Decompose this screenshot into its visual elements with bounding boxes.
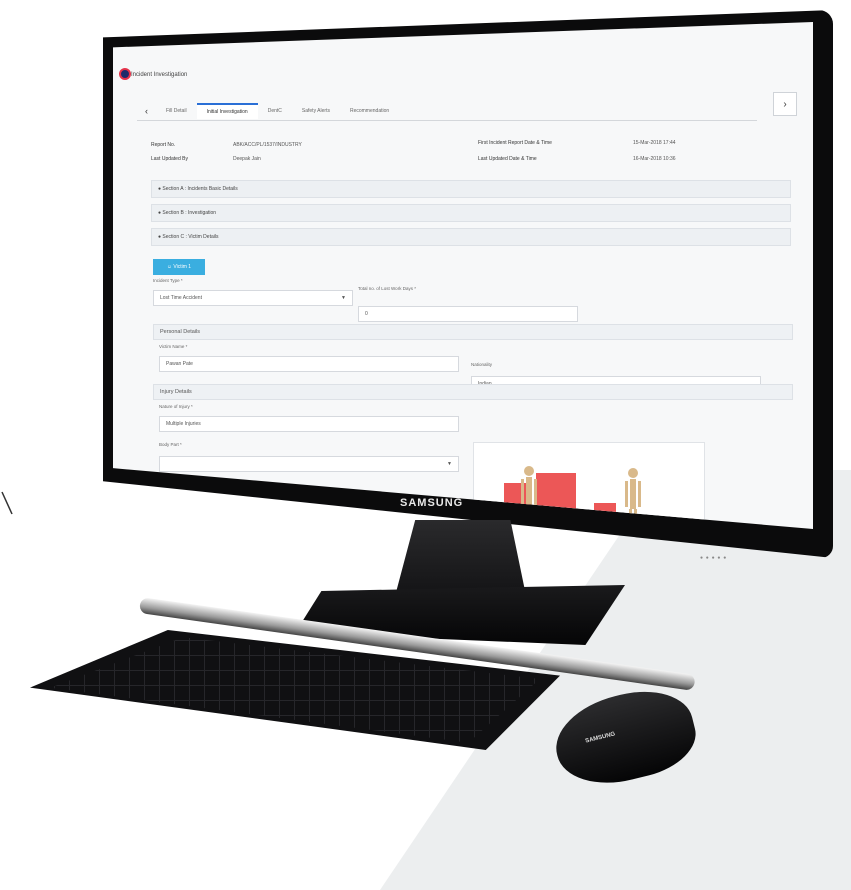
personal-details-header: Personal Details — [153, 324, 793, 340]
nature-of-injury-input[interactable]: Multiple Injuries — [159, 416, 459, 432]
chevron-left-icon[interactable]: ‹ — [137, 106, 156, 116]
nationality-label: Nationality — [471, 362, 493, 367]
tab-initial-investigation[interactable]: Initial Investigation — [196, 103, 258, 119]
last-updated-by-value: Deepak Jain — [233, 156, 261, 162]
incident-type-value: Lost Time Accident — [160, 295, 202, 301]
caret-down-icon: ▼ — [341, 295, 346, 301]
lost-days-label: Total no. of Lost Work Days * — [358, 286, 416, 291]
report-no-label: Report No. — [151, 142, 176, 148]
section-c-label: Section C : Victim Details — [162, 234, 219, 240]
section-b-label: Section B : Investigation — [162, 210, 217, 216]
bezel-buttons[interactable]: ● ● ● ● ● — [700, 555, 726, 561]
lost-days-input[interactable]: 0 — [358, 306, 578, 322]
body-part-select[interactable]: ▼ — [159, 456, 459, 472]
incident-type-label: Incident Type * — [153, 278, 183, 283]
victim-1-button[interactable]: ☺ Victim 1 — [153, 259, 205, 275]
nature-of-injury-label: Nature of Injury * — [159, 404, 193, 409]
section-b[interactable]: ● Section B : Investigation — [151, 204, 791, 222]
section-a[interactable]: ● Section A : Incidents Basic Details — [151, 180, 791, 198]
incident-type-select[interactable]: Lost Time Accident ▼ — [153, 290, 353, 306]
report-no-value: ABK/ACC/PL/1537/INDUSTRY — [233, 142, 302, 148]
last-updated-value: 16-Mar-2018 10:36 — [633, 156, 676, 162]
monitor-brand-logo: SAMSUNG — [400, 497, 464, 509]
victim-1-label: Victim 1 — [173, 264, 192, 270]
victim-name-label: Victim Name * — [159, 344, 188, 349]
injury-details-header: Injury Details — [153, 384, 793, 400]
tab-bar: ‹ Fill Detail Initial Investigation Dent… — [137, 102, 757, 121]
tab-recommendation[interactable]: Recommendation — [340, 104, 399, 118]
last-updated-by-label: Last Updated By — [151, 156, 188, 162]
app-logo-icon — [119, 68, 131, 80]
victim-name-input[interactable]: Pawan Pate — [159, 356, 459, 372]
body-part-label: Body Part * — [159, 442, 182, 447]
monitor-screen: Incident Investigation ‹ Fill Detail Ini… — [113, 22, 813, 529]
section-a-label: Section A : Incidents Basic Details — [162, 186, 238, 192]
section-c[interactable]: ● Section C : Victim Details — [151, 228, 791, 246]
next-button[interactable]: › — [773, 92, 797, 116]
tab-fill-detail[interactable]: Fill Detail — [156, 104, 197, 118]
last-updated-label: Last Updated Date & Time — [478, 156, 537, 162]
tab-safety-alerts[interactable]: Safety Alerts — [292, 104, 340, 118]
bracket-mark — [1, 491, 13, 515]
app-title: Incident Investigation — [131, 72, 188, 78]
tab-dentc[interactable]: DentC — [258, 104, 292, 118]
caret-down-icon: ▼ — [447, 461, 452, 467]
first-report-value: 15-Mar-2018 17:44 — [633, 140, 676, 146]
first-report-label: First Incident Report Date & Time — [478, 140, 552, 146]
chevron-right-icon: › — [783, 98, 787, 110]
